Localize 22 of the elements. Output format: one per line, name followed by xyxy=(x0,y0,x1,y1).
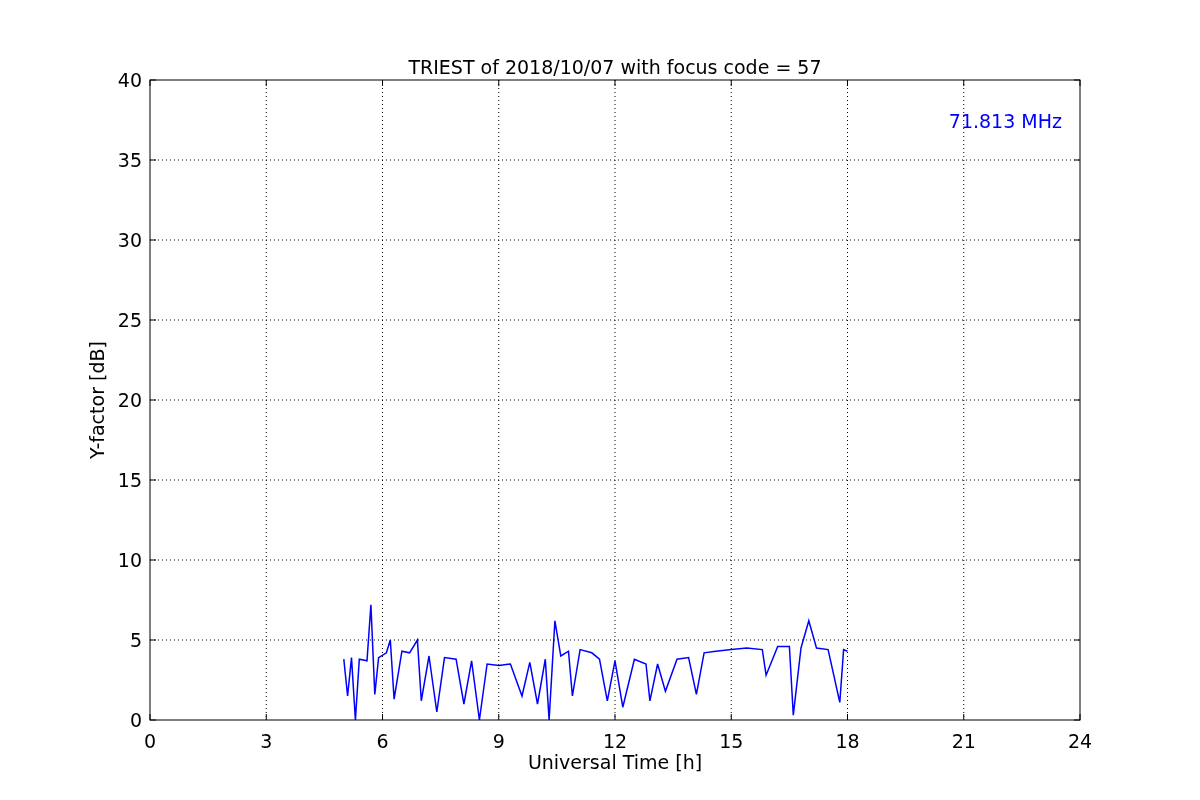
y-tick-label: 5 xyxy=(129,629,142,651)
y-tick-label: 15 xyxy=(117,469,142,491)
y-tick-label: 35 xyxy=(117,149,142,171)
y-tick-label: 0 xyxy=(129,709,142,731)
frequency-label: 71.813 MHz xyxy=(948,110,1062,132)
x-tick-label: 3 xyxy=(260,730,273,752)
chart-title: TRIEST of 2018/10/07 with focus code = 57 xyxy=(408,56,822,78)
y-tick-label: 10 xyxy=(117,549,142,571)
x-axis-label: Universal Time [h] xyxy=(527,751,703,773)
x-tick-label: 9 xyxy=(492,730,505,752)
y-axis-label: Y-factor [dB] xyxy=(86,341,108,459)
y-tick-label: 40 xyxy=(117,69,142,91)
y-tick-label: 25 xyxy=(117,309,142,331)
x-tick-label: 12 xyxy=(602,730,628,752)
x-tick-label: 6 xyxy=(376,730,389,752)
x-tick-label: 15 xyxy=(719,730,744,752)
x-tick-label: 24 xyxy=(1067,730,1093,752)
x-tick-label: 21 xyxy=(951,730,976,752)
y-tick-label: 30 xyxy=(117,229,142,251)
y-tick-label: 20 xyxy=(117,389,142,411)
x-tick-label: 18 xyxy=(835,730,860,752)
x-tick-label: 0 xyxy=(143,730,157,752)
